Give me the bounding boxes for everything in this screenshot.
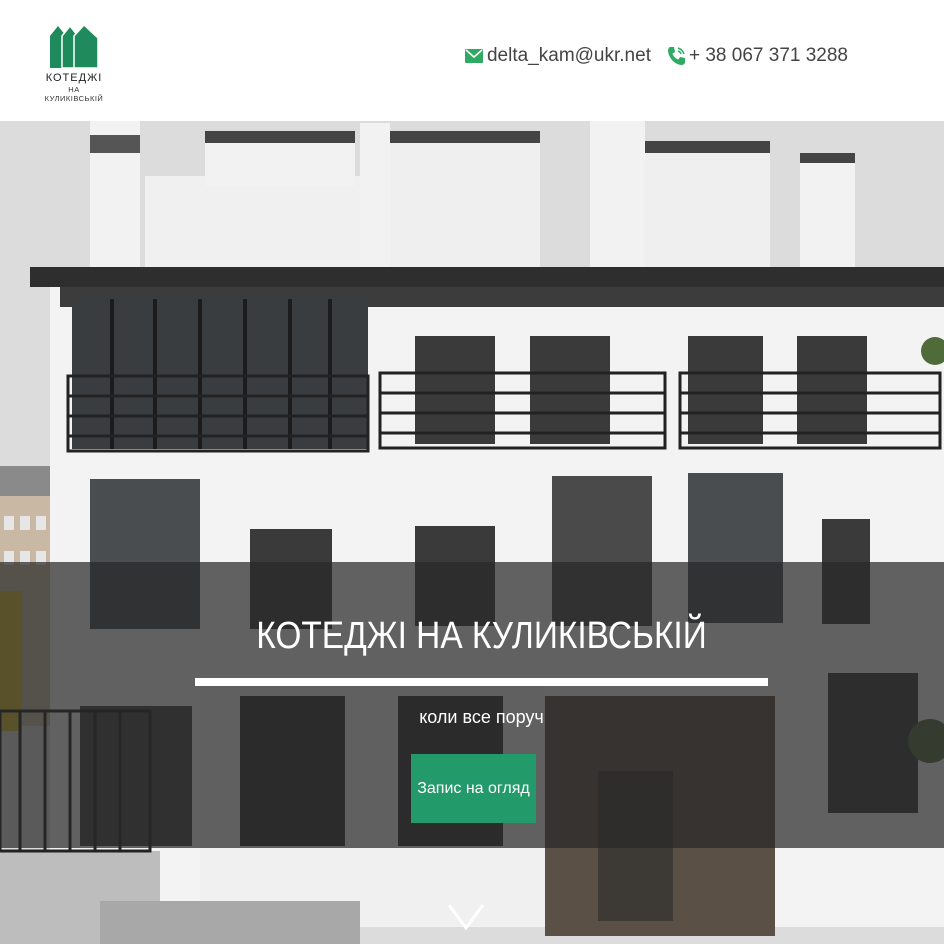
title-underline bbox=[195, 678, 768, 686]
logo-title: КОТЕДЖІ bbox=[45, 72, 103, 84]
chevron-down-icon[interactable] bbox=[446, 901, 486, 933]
houses-logo-icon bbox=[50, 24, 98, 68]
email-link[interactable]: delta_kam@ukr.net bbox=[464, 45, 651, 67]
book-viewing-button[interactable]: Запис на огляд bbox=[411, 754, 536, 823]
phone-icon bbox=[667, 47, 685, 65]
logo[interactable]: КОТЕДЖІ НА КУЛИКІВСЬКІЙ bbox=[38, 24, 110, 103]
hero-title: КОТЕДЖІ НА КУЛИКІВСЬКІЙ bbox=[256, 615, 707, 657]
hero-subtitle: коли все поруч bbox=[419, 707, 544, 727]
logo-subtitle: НА КУЛИКІВСЬКІЙ bbox=[44, 85, 104, 103]
envelope-icon bbox=[464, 49, 483, 63]
site-header: КОТЕДЖІ НА КУЛИКІВСЬКІЙ delta_kam@ukr.ne… bbox=[0, 0, 944, 121]
contacts: delta_kam@ukr.net + 38 067 371 3288 bbox=[464, 42, 848, 70]
phone-text: + 38 067 371 3288 bbox=[688, 45, 848, 66]
phone-link[interactable]: + 38 067 371 3288 bbox=[667, 45, 848, 67]
hero-section: КОТЕДЖІ НА КУЛИКІВСЬКІЙ коли все поруч З… bbox=[0, 121, 944, 944]
email-text: delta_kam@ukr.net bbox=[486, 45, 651, 66]
